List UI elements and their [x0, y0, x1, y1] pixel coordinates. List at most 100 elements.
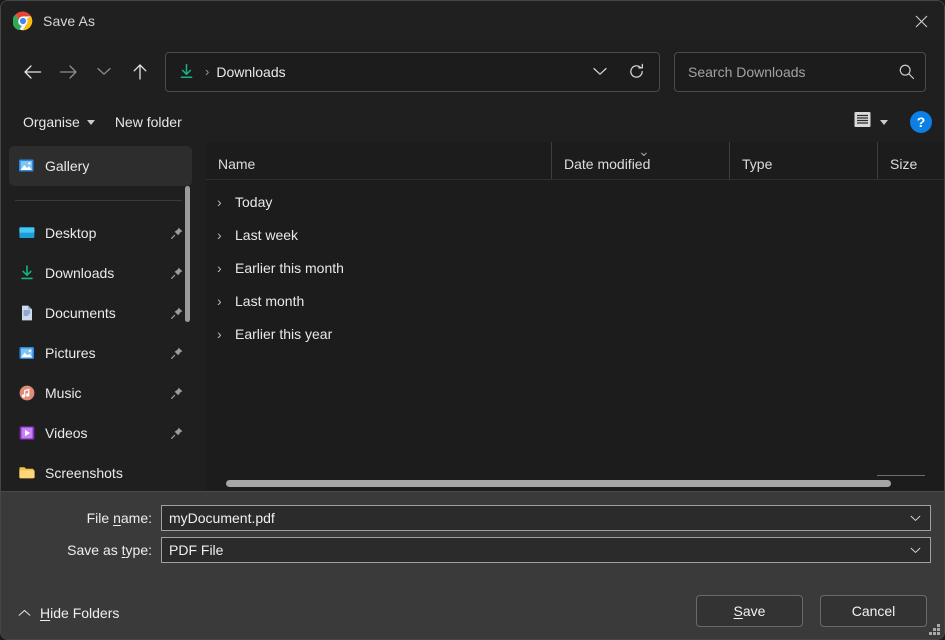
column-label: Size: [890, 156, 917, 172]
column-label: Type: [742, 156, 772, 172]
group-row-last-month[interactable]: › Last month: [206, 284, 944, 317]
sidebar-item-label: Pictures: [45, 345, 96, 361]
cancel-button[interactable]: Cancel: [820, 595, 927, 627]
pictures-icon: [17, 343, 37, 363]
chevron-right-icon[interactable]: ›: [217, 194, 235, 210]
save-as-type-combobox[interactable]: PDF File: [161, 537, 931, 563]
sidebar-item-screenshots[interactable]: Screenshots: [9, 453, 192, 491]
music-icon: [17, 383, 37, 403]
hide-folders-post: ide Folders: [50, 605, 119, 621]
chrome-icon: [13, 11, 33, 31]
desktop-icon: [17, 223, 37, 243]
save-type-label-post: ype:: [126, 542, 152, 558]
file-name-label-pre: File: [87, 510, 113, 526]
search-icon[interactable]: [898, 63, 915, 80]
save-type-label-pre: Save as: [67, 542, 121, 558]
file-list-pane: Name ⌄ Date modified Type Size › Today: [206, 142, 944, 491]
refresh-icon[interactable]: [617, 55, 655, 89]
save-label-mnemonic: S: [734, 603, 743, 619]
group-row-earlier-this-month[interactable]: › Earlier this month: [206, 251, 944, 284]
sidebar-item-documents[interactable]: Documents: [9, 293, 192, 333]
sidebar-divider: [15, 200, 182, 201]
save-form: File name: Save as type: PDF File: [1, 491, 944, 639]
gallery-icon: [17, 156, 37, 176]
chevron-right-icon[interactable]: ›: [217, 227, 235, 243]
list-view-icon: [853, 110, 872, 134]
column-label: Name: [218, 156, 255, 172]
column-header-date-modified[interactable]: ⌄ Date modified: [551, 142, 729, 179]
sidebar-item-videos[interactable]: Videos: [9, 413, 192, 453]
sidebar-item-label: Documents: [45, 305, 116, 321]
close-icon[interactable]: [898, 1, 944, 41]
organise-button[interactable]: Organise: [13, 107, 105, 137]
hide-folders-button[interactable]: Hide Folders: [18, 605, 119, 621]
breadcrumb-path[interactable]: Downloads: [216, 64, 583, 80]
videos-icon: [17, 423, 37, 443]
documents-icon: [17, 303, 37, 323]
save-button[interactable]: Save: [696, 595, 803, 627]
search-input[interactable]: [688, 64, 898, 80]
file-name-combobox[interactable]: [161, 505, 931, 531]
sidebar-item-pictures[interactable]: Pictures: [9, 333, 192, 373]
save-as-type-label: Save as type:: [1, 542, 161, 558]
title-bar: Save As: [1, 1, 944, 41]
sort-indicator-icon: ⌄: [638, 144, 650, 158]
downloads-icon: [17, 263, 37, 283]
group-label: Earlier this month: [235, 260, 344, 276]
sidebar-item-label: Videos: [45, 425, 88, 441]
address-bar[interactable]: › Downloads: [165, 52, 660, 92]
resize-grip[interactable]: [927, 622, 940, 635]
pin-icon: [170, 386, 184, 400]
search-box[interactable]: [674, 52, 926, 92]
window-title: Save As: [43, 13, 95, 29]
sidebar-scrollbar-thumb[interactable]: [185, 186, 190, 322]
sidebar-item-gallery[interactable]: Gallery: [9, 146, 192, 186]
back-arrow-icon[interactable]: [14, 55, 50, 89]
navigation-sidebar: Gallery Desktop: [1, 142, 206, 491]
save-as-type-row: Save as type: PDF File: [1, 537, 931, 563]
sidebar-item-music[interactable]: Music: [9, 373, 192, 413]
group-label: Last month: [235, 293, 304, 309]
chevron-right-icon[interactable]: ›: [217, 260, 235, 276]
group-row-today[interactable]: › Today: [206, 185, 944, 218]
group-row-last-week[interactable]: › Last week: [206, 218, 944, 251]
column-header-size[interactable]: Size: [877, 142, 944, 179]
save-as-dialog: Save As: [0, 0, 945, 640]
pin-icon: [170, 306, 184, 320]
chevron-right-icon[interactable]: ›: [217, 293, 235, 309]
column-header-type[interactable]: Type: [729, 142, 877, 179]
sidebar-item-label: Desktop: [45, 225, 96, 241]
address-chevron-down-icon[interactable]: [583, 55, 617, 89]
save-as-type-value: PDF File: [169, 542, 904, 558]
column-headers: Name ⌄ Date modified Type Size: [206, 142, 944, 180]
sidebar-item-desktop[interactable]: Desktop: [9, 213, 192, 253]
column-header-name[interactable]: Name: [206, 142, 551, 179]
up-arrow-icon[interactable]: [122, 55, 158, 89]
chevron-down-icon[interactable]: [904, 547, 926, 554]
file-name-label: File name:: [1, 510, 161, 526]
sidebar-item-label: Downloads: [45, 265, 114, 281]
new-folder-label: New folder: [115, 114, 182, 130]
new-folder-button[interactable]: New folder: [105, 107, 192, 137]
chevron-down-icon[interactable]: [904, 515, 926, 522]
horizontal-scrollbar[interactable]: [206, 475, 944, 491]
pin-icon: [170, 226, 184, 240]
scrollbar-end-marker: [877, 475, 925, 476]
file-name-input[interactable]: [169, 510, 904, 526]
help-button[interactable]: ?: [910, 111, 932, 133]
command-bar: Organise New folder ?: [1, 102, 944, 142]
navigation-bar: › Downloads: [1, 41, 944, 102]
downloads-icon: [176, 62, 196, 82]
view-options-button[interactable]: [847, 107, 894, 137]
recent-locations-chevron-down-icon[interactable]: [86, 55, 122, 89]
dialog-buttons: Save Cancel: [696, 595, 927, 627]
pin-icon: [170, 346, 184, 360]
save-label-post: ave: [743, 603, 766, 619]
chevron-right-icon[interactable]: ›: [217, 326, 235, 342]
group-row-earlier-this-year[interactable]: › Earlier this year: [206, 317, 944, 350]
file-name-row: File name:: [1, 505, 931, 531]
forward-arrow-icon[interactable]: [50, 55, 86, 89]
sidebar-item-downloads[interactable]: Downloads: [9, 253, 192, 293]
pin-icon: [170, 426, 184, 440]
horizontal-scrollbar-thumb[interactable]: [226, 480, 891, 487]
